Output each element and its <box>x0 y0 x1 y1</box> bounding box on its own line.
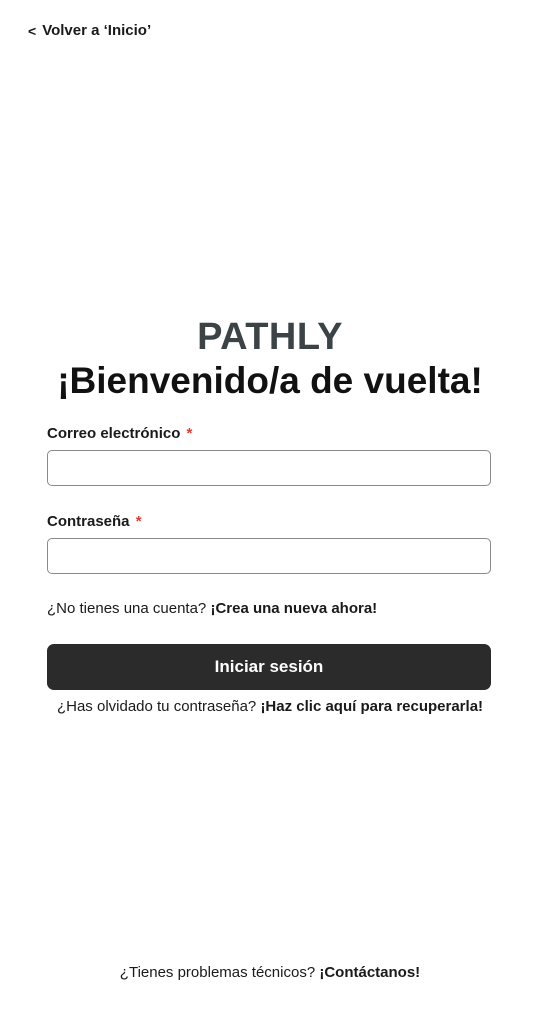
required-marker: * <box>135 513 142 530</box>
forgot-password-prompt: ¿Has olvidado tu contraseña? ¡Haz clic a… <box>0 698 540 715</box>
password-label: Contraseña * <box>47 513 142 530</box>
brand-logo: PATHLY <box>197 316 343 358</box>
password-label-text: Contraseña <box>47 513 130 530</box>
create-account-link[interactable]: ¡Crea una nueva ahora! <box>210 600 377 617</box>
recover-password-link[interactable]: ¡Haz clic aquí para recuperarla! <box>260 698 483 715</box>
login-button[interactable]: Iniciar sesión <box>47 644 491 690</box>
signup-prompt: ¿No tienes una cuenta? ¡Crea una nueva a… <box>47 600 377 617</box>
email-label-text: Correo electrónico <box>47 425 181 442</box>
forgot-password-text: ¿Has olvidado tu contraseña? <box>56 698 257 715</box>
required-marker: * <box>186 425 193 442</box>
password-field[interactable] <box>47 538 491 574</box>
contact-us-link[interactable]: ¡Contáctanos! <box>319 964 420 981</box>
email-field[interactable] <box>47 450 491 486</box>
support-prompt: ¿Tienes problemas técnicos? ¡Contáctanos… <box>0 964 540 981</box>
back-link-label: Volver a ‘Inicio’ <box>42 22 152 39</box>
email-label: Correo electrónico * <box>47 425 192 442</box>
support-prompt-text: ¿Tienes problemas técnicos? <box>119 964 316 981</box>
page-title: ¡Bienvenido/a de vuelta! <box>57 360 483 401</box>
chevron-left-icon: < <box>28 22 37 39</box>
signup-prompt-text: ¿No tienes una cuenta? <box>47 600 207 617</box>
back-to-home-link[interactable]: < Volver a ‘Inicio’ <box>28 22 151 39</box>
